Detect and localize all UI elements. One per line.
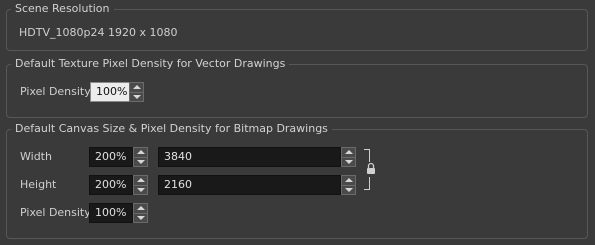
vector-pixel-density-down-button[interactable] [130, 91, 143, 102]
arrow-up-icon [136, 206, 145, 211]
arrow-down-icon [136, 187, 145, 192]
bitmap-pixel-density-spinner[interactable] [133, 203, 148, 223]
vector-pixel-density-up-button[interactable] [130, 83, 143, 92]
width-value-up-button[interactable] [342, 148, 355, 157]
vector-pixel-density-spinner[interactable] [129, 82, 144, 102]
bitmap-pixel-density-label: Pixel Density [20, 206, 91, 219]
width-value-input[interactable]: 3840 [158, 147, 341, 167]
bitmap-pixel-density-input[interactable]: 100% [89, 203, 133, 223]
scene-resolution-title: Scene Resolution [11, 2, 114, 16]
arrow-up-icon [132, 85, 141, 90]
scene-resolution-group: Scene Resolution HDTV_1080p24 1920 x 108… [6, 2, 588, 51]
height-percent-spinner[interactable] [133, 175, 148, 195]
arrow-down-icon [136, 215, 145, 220]
height-percent-input[interactable]: 200% [89, 175, 133, 195]
arrow-up-icon [344, 150, 353, 155]
width-value-down-button[interactable] [342, 156, 355, 167]
height-percent-down-button[interactable] [134, 184, 147, 195]
arrow-down-icon [132, 94, 141, 99]
bitmap-pixel-density-down-button[interactable] [134, 212, 147, 223]
width-percent-input[interactable]: 200% [89, 147, 133, 167]
height-value-input[interactable]: 2160 [158, 175, 341, 195]
bitmap-canvas-title: Default Canvas Size & Pixel Density for … [11, 122, 332, 136]
height-value-spinner[interactable] [341, 175, 356, 195]
width-value-spinner[interactable] [341, 147, 356, 167]
height-value-up-button[interactable] [342, 176, 355, 185]
arrow-up-icon [136, 178, 145, 183]
aspect-link-bracket-bottom [364, 177, 370, 190]
arrow-up-icon [136, 150, 145, 155]
vector-pixel-density-label: Pixel Density [20, 85, 91, 98]
width-percent-down-button[interactable] [134, 156, 147, 167]
width-percent-up-button[interactable] [134, 148, 147, 157]
width-percent-spinner[interactable] [133, 147, 148, 167]
width-label: Width [20, 150, 52, 163]
bitmap-canvas-group: Default Canvas Size & Pixel Density for … [6, 122, 588, 239]
scene-resolution-value: HDTV_1080p24 1920 x 1080 [19, 26, 178, 39]
vector-pixel-density-input[interactable]: 100% [90, 82, 132, 102]
vector-pixel-density-title: Default Texture Pixel Density for Vector… [11, 57, 290, 71]
bitmap-pixel-density-up-button[interactable] [134, 204, 147, 213]
aspect-link-bracket-top [364, 149, 370, 162]
height-value-down-button[interactable] [342, 184, 355, 195]
arrow-down-icon [344, 159, 353, 164]
vector-pixel-density-group: Default Texture Pixel Density for Vector… [6, 57, 588, 118]
arrow-down-icon [344, 187, 353, 192]
arrow-up-icon [344, 178, 353, 183]
lock-icon[interactable] [365, 162, 377, 176]
arrow-down-icon [136, 159, 145, 164]
height-label: Height [20, 178, 57, 191]
height-percent-up-button[interactable] [134, 176, 147, 185]
